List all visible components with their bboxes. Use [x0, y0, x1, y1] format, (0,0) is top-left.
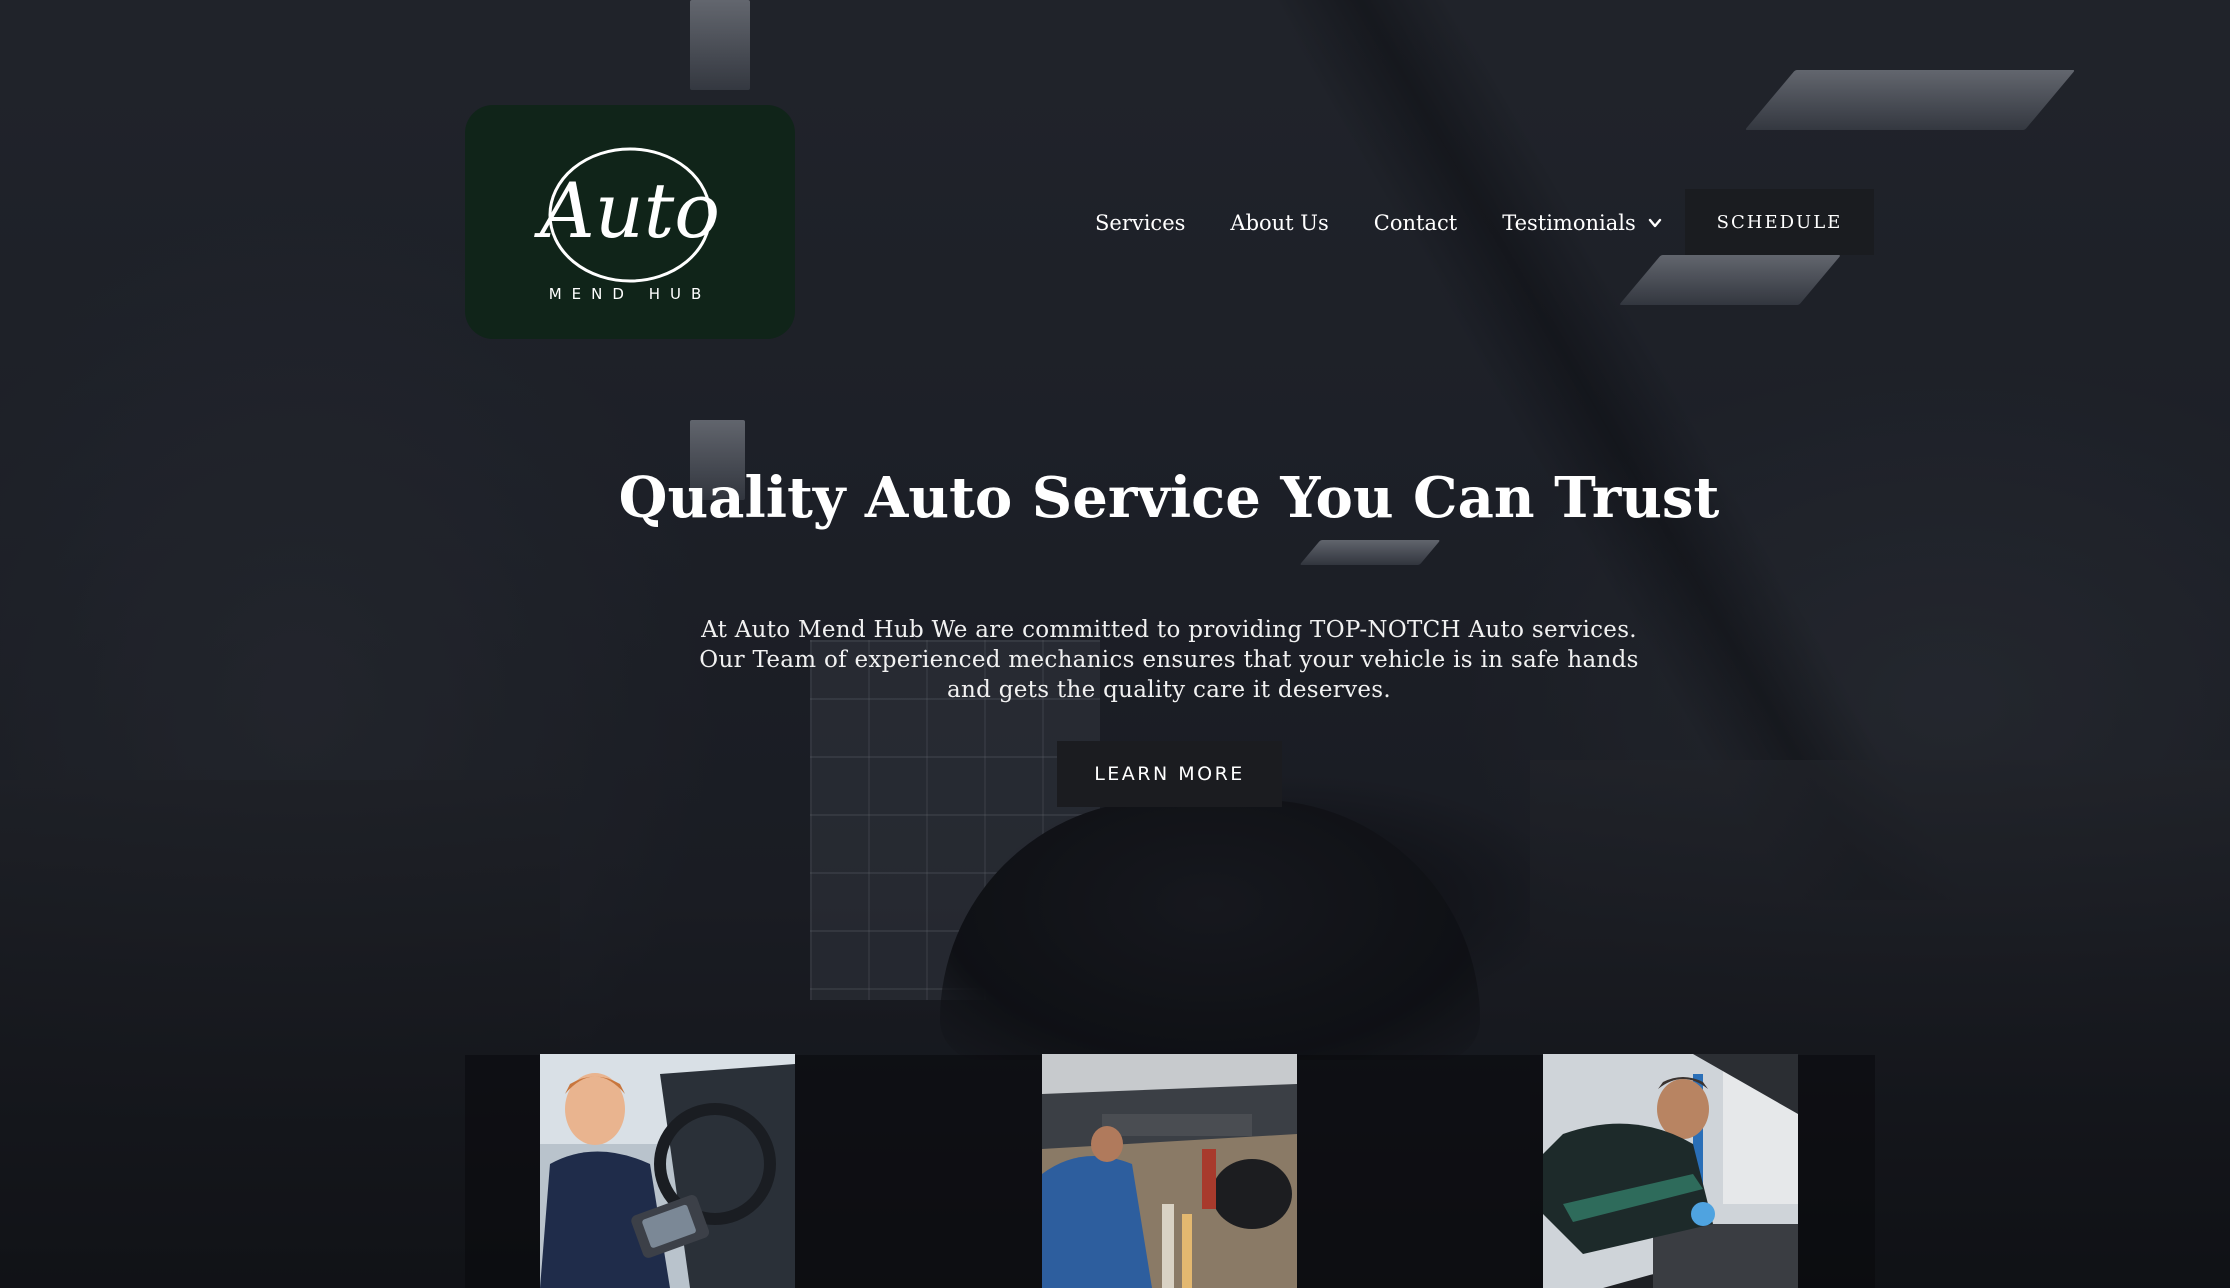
- logo-script-text: Auto: [534, 166, 720, 255]
- mechanic-diagnostic-image: [540, 1054, 795, 1288]
- nav-item-about-us[interactable]: About Us: [1230, 211, 1328, 235]
- mechanic-under-car-image: [1042, 1054, 1297, 1288]
- main-nav: Services About Us Contact Testimonials: [1095, 190, 1707, 256]
- logo-ring-text: MEND HUB: [549, 285, 712, 303]
- page: Auto MEND HUB Services About Us Contact …: [0, 0, 2230, 1288]
- mechanic-engine-image: [1543, 1054, 1798, 1288]
- logo-mark-icon: Auto MEND HUB: [534, 147, 720, 303]
- nav-item-testimonials-label: Testimonials: [1502, 211, 1636, 235]
- hero-title: Quality Auto Service You Can Trust: [618, 465, 1720, 531]
- learn-more-button[interactable]: LEARN MORE: [1057, 741, 1282, 807]
- chevron-down-icon: [1648, 218, 1661, 228]
- site-logo[interactable]: Auto MEND HUB: [465, 105, 795, 339]
- nav-item-services[interactable]: Services: [1095, 211, 1185, 235]
- nav-item-testimonials[interactable]: Testimonials: [1502, 211, 1662, 235]
- hero-subtitle: At Auto Mend Hub We are committed to pro…: [699, 617, 1639, 703]
- service-card-image-2[interactable]: [1042, 1054, 1297, 1288]
- nav-item-contact[interactable]: Contact: [1374, 211, 1457, 235]
- schedule-button[interactable]: SCHEDULE: [1685, 189, 1874, 255]
- service-card-image-1[interactable]: [540, 1054, 795, 1288]
- service-card-image-3[interactable]: [1543, 1054, 1798, 1288]
